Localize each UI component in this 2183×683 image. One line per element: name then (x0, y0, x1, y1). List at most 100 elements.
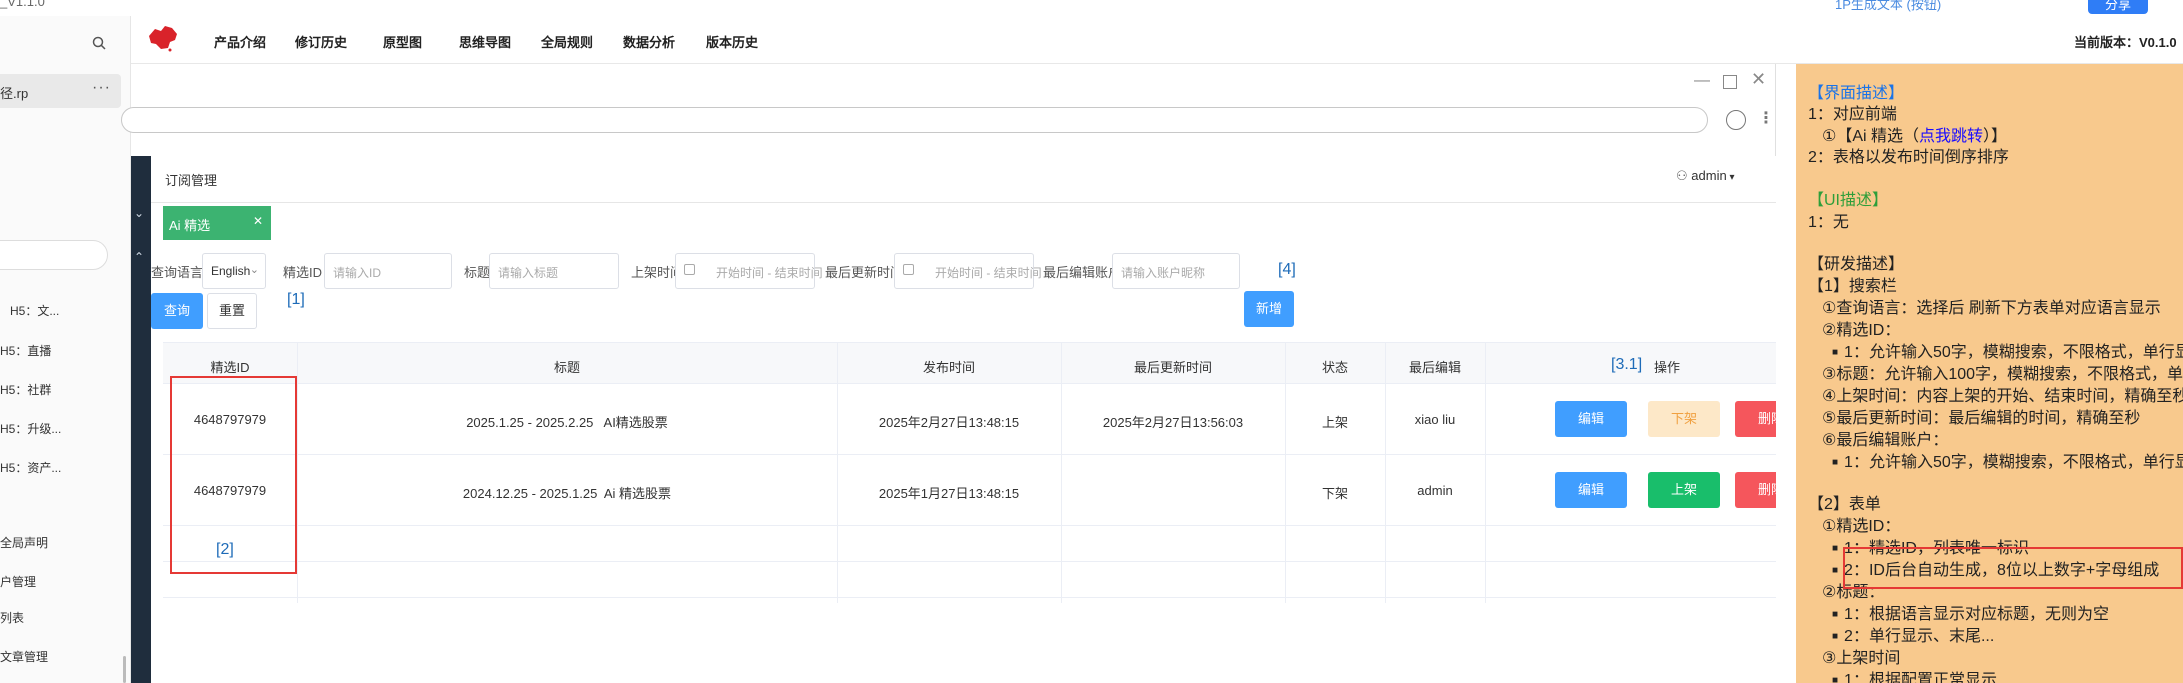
col-updated-header: 最后更新时间 (1133, 360, 1212, 375)
col-editor-header: 最后编辑 (1408, 360, 1461, 375)
sidebar-item[interactable]: 文章管理 (0, 648, 48, 665)
reset-button[interactable]: 重置 (207, 293, 257, 329)
cell-published: 2025年1月27日13:48:15 (878, 486, 1020, 501)
sidebar-item[interactable]: H5：直播 (0, 342, 51, 359)
sidebar-search-input[interactable] (0, 240, 108, 270)
search-icon[interactable] (92, 36, 106, 53)
cell-published: 2025年2月27日13:48:15 (878, 415, 1020, 430)
table-row: 4648797979 2025.1.25 - 2025.2.25 AI精选股票 … (163, 384, 1776, 455)
unpublish-button[interactable]: 下架 (1648, 401, 1720, 437)
panel-line: 2：表格以发布时间倒序排序 (1808, 149, 2009, 166)
edit-button[interactable]: 编辑 (1555, 472, 1627, 508)
left-sidebar: 径.rp ··· H5：文... H5：直播 H5：社群 H5：升级... H5… (0, 16, 131, 683)
table-row-empty (163, 562, 1776, 598)
annotation-4: [4] (1278, 261, 1296, 278)
chevron-up-icon[interactable]: ⌃ (134, 250, 144, 264)
app-sidebar-collapsed: ⌄ ⌃ (131, 156, 151, 683)
panel-line: ②精选ID： (1822, 322, 1901, 339)
divider (151, 202, 1776, 203)
chevron-down-icon: ⌄ (249, 264, 259, 276)
browser-menu-icon[interactable]: ⋮ (1758, 108, 1774, 128)
sidebar-item[interactable]: 户管理 (0, 573, 36, 590)
sidebar-item[interactable]: 列表 (0, 609, 24, 626)
table-header: 精选ID 标题 发布时间 最后更新时间 状态 最后编辑 [3.1] 操作 (163, 342, 1776, 384)
description-panel: 【界面描述】 1：对应前端 ①【Ai 精选（点我跳转）】 2：表格以发布时间倒序… (1796, 64, 2183, 683)
nav-revision-history[interactable]: 修订历史 (295, 32, 347, 51)
language-label: 查询语言 (151, 265, 204, 280)
sidebar-item[interactable]: H5：文... (10, 302, 59, 319)
publish-button[interactable]: 上架 (1648, 472, 1720, 508)
edit-button[interactable]: 编辑 (1555, 401, 1627, 437)
cell-editor: admin (1417, 483, 1453, 498)
file-item[interactable]: 径.rp ··· (0, 74, 121, 108)
annotation-2: [2] (216, 541, 234, 558)
chevron-down-icon[interactable]: ⌄ (134, 206, 144, 220)
more-icon[interactable]: ··· (92, 79, 111, 97)
updated-time-label: 最后更新时间 (825, 265, 904, 280)
nav-data-analysis[interactable]: 数据分析 (623, 32, 675, 51)
table-row: 4648797979 2024.12.25 - 2025.1.25 Ai 精选股… (163, 455, 1776, 526)
updated-time-range[interactable]: 开始时间 - 结束时间 (894, 253, 1042, 289)
subscription-table: 精选ID 标题 发布时间 最后更新时间 状态 最后编辑 [3.1] 操作 464… (163, 342, 1776, 683)
editor-label: 最后编辑账户 (1043, 265, 1122, 280)
panel-line: ①查询语言：选择后 刷新下方表单对应语言显示 (1822, 300, 2161, 317)
panel-line: 1：无 (1808, 214, 1849, 231)
sidebar-item[interactable]: H5：资产... (0, 459, 61, 476)
editor-input[interactable]: 请输入账户昵称 (1112, 253, 1240, 289)
panel-line: ⑥最后编辑账户： (1822, 432, 1949, 449)
user-menu[interactable]: ⚇ admin ▾ (1676, 168, 1735, 184)
shelf-time-range[interactable]: 开始时间 - 结束时间 (675, 253, 823, 289)
col-published-header: 发布时间 (922, 360, 975, 375)
language-value: English (211, 264, 251, 278)
query-button[interactable]: 查询 (151, 293, 203, 329)
add-button[interactable]: 新增 (1244, 291, 1294, 327)
nav-product-intro[interactable]: 产品介绍 (214, 32, 266, 51)
editor-placeholder: 请输入账户昵称 (1121, 266, 1206, 280)
file-name: 径.rp (0, 86, 29, 101)
panel-line: ③上架时间 (1822, 650, 1901, 667)
delete-button[interactable]: 删除 (1735, 472, 1776, 508)
nav-mind-map[interactable]: 思维导图 (459, 32, 511, 51)
minimize-icon[interactable]: — (1694, 72, 1710, 90)
table-row-empty (163, 526, 1776, 562)
user-icon: ⚇ (1676, 168, 1692, 183)
nav-global-rules[interactable]: 全局规则 (541, 32, 593, 51)
cell-title: 2025.1.25 - 2025.2.25 AI精选股票 (466, 415, 668, 430)
cell-status: 上架 (1321, 415, 1348, 430)
panel-bullet: 1：允许输入50字，模糊搜索，不限格式，单行显示 (1832, 453, 2183, 475)
delete-button[interactable]: 删除 (1735, 401, 1776, 437)
language-select[interactable]: English ⌄ (202, 253, 266, 289)
nav-prototype[interactable]: 原型图 (383, 32, 422, 51)
id-input[interactable]: 请输入ID (324, 253, 452, 289)
close-icon[interactable]: ✕ (1751, 69, 1766, 90)
annotation-3-1: [3.1] (1611, 356, 1643, 373)
title-input[interactable]: 请输入标题 (489, 253, 619, 289)
panel-line: 【1】搜索栏 (1808, 278, 1897, 295)
jump-link[interactable]: 点我跳转 (1919, 128, 1983, 145)
sidebar-scrollbar[interactable] (123, 656, 126, 683)
share-button[interactable]: 分享 (2088, 0, 2148, 14)
updated-time-placeholder: 开始时间 - 结束时间 (935, 266, 1042, 280)
close-tab-icon[interactable]: ✕ (253, 214, 263, 228)
generate-text-link[interactable]: 1P生成文本 (按钮) (1835, 0, 1941, 13)
panel-bullet: 1：根据配置正常显示 (1832, 671, 1997, 683)
col-id-header: 精选ID (210, 360, 250, 375)
panel-bullet: 1：根据语言显示对应标题，无则为空 (1832, 605, 2109, 627)
address-bar[interactable] (121, 107, 1708, 133)
sidebar-item[interactable]: H5：社群 (0, 381, 51, 398)
tab-label: Ai 精选 (169, 218, 211, 233)
nav-version-history[interactable]: 版本历史 (706, 32, 758, 51)
panel-line-text: ）】 (1983, 128, 2008, 145)
panel-line: 【2】表单 (1808, 496, 1881, 513)
maximize-icon[interactable] (1723, 75, 1737, 89)
account-icon[interactable] (1726, 110, 1746, 130)
panel-line-text: ①【Ai 精选（ (1822, 128, 1920, 145)
project-version-label: _V1.1.0 (0, 0, 45, 9)
panel-bullet: 1：允许输入50字，模糊搜索，不限格式，单行显示 (1832, 343, 2183, 365)
sidebar-item[interactable]: 全局声明 (0, 534, 48, 551)
cell-title: 2024.12.25 - 2025.1.25 Ai 精选股票 (462, 486, 672, 501)
tab-ai-selection[interactable]: Ai 精选 ✕ (163, 206, 271, 240)
top-nav: 产品介绍 修订历史 原型图 思维导图 全局规则 数据分析 版本历史 当前版本：V… (131, 16, 2183, 64)
sidebar-item[interactable]: H5：升级... (0, 420, 61, 437)
col-status-header: 状态 (1321, 360, 1348, 375)
